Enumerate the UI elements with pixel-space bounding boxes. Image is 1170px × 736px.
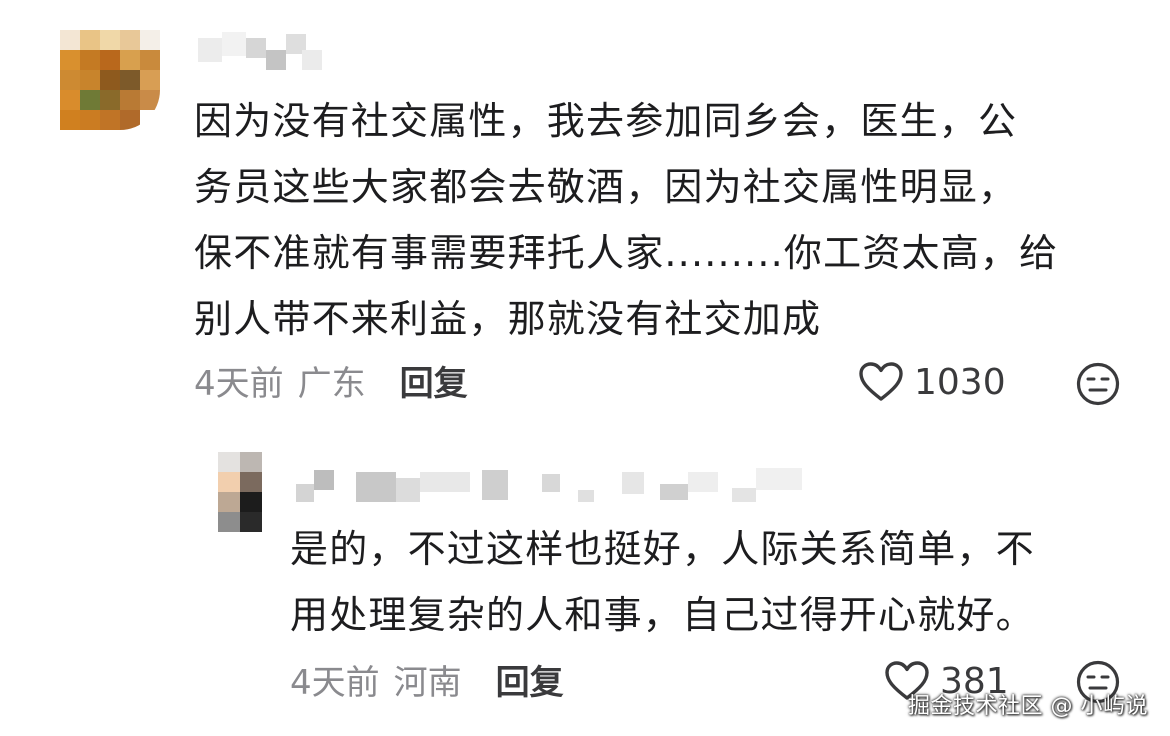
comment-meta: 4天前 河南 回复 [290,663,564,703]
comment-time: 4天前 [194,364,284,404]
avatar[interactable] [218,452,262,532]
comment-time: 4天前 [290,663,380,703]
username-blurred[interactable] [296,466,806,506]
like-count: 1030 [914,361,1006,403]
comment-text: 是的，不过这样也挺好，人际关系简单，不 用处理复杂的人和事，自己过得开心就好。 [290,527,1035,637]
username-blurred[interactable] [198,32,328,70]
comment-region: 河南 [393,663,462,703]
heart-outline-icon [859,362,903,401]
neutral-face-icon[interactable] [1076,362,1120,406]
like-button[interactable]: 1030 [858,361,1006,403]
comment-meta: 4天前 广东 回复 [194,364,468,404]
comment-text: 因为没有社交属性，我去参加同乡会，医生，公 务员这些大家都会去敬酒，因为社交属性… [194,99,1059,341]
reply-button[interactable]: 回复 [496,663,564,703]
watermark: 掘金技术社区 @ 小屿说 [908,694,1148,719]
avatar[interactable] [60,30,160,130]
comment-region: 广东 [297,364,366,404]
reply-button[interactable]: 回复 [400,364,468,404]
